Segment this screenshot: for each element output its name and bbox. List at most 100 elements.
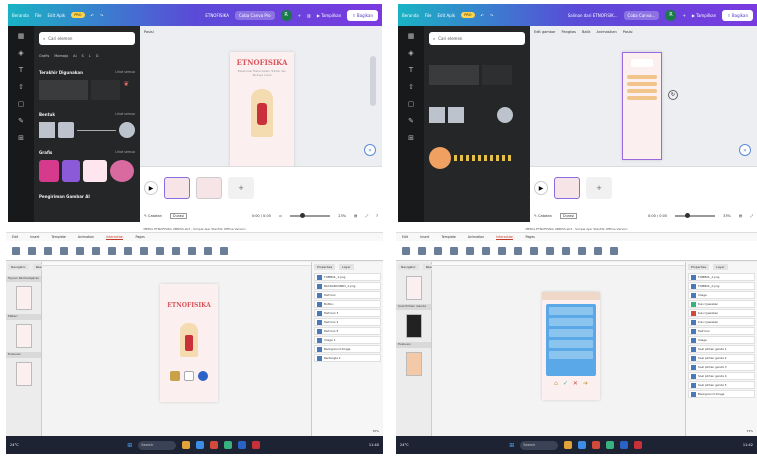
recent-item[interactable] xyxy=(482,65,512,85)
rounded-square-shape[interactable] xyxy=(57,122,74,138)
edge-icon[interactable] xyxy=(196,441,205,449)
square-shape[interactable] xyxy=(429,107,445,123)
help-icon[interactable]: ? xyxy=(376,214,378,218)
rounded-square-shape[interactable] xyxy=(448,107,464,123)
filter-chip[interactable]: L xyxy=(89,54,91,58)
windows-start-icon[interactable]: ⊞ xyxy=(509,442,514,449)
upload-icon[interactable]: ⇧ xyxy=(18,83,24,91)
lights-graphic[interactable] xyxy=(454,155,514,161)
page-thumbnail[interactable] xyxy=(164,177,190,199)
page-thumbnail[interactable] xyxy=(405,314,422,338)
layer-row[interactable]: BACKGROUND1_1.png xyxy=(314,282,381,290)
tab-properties[interactable]: Properties xyxy=(314,264,336,270)
tab-animation[interactable]: Animation xyxy=(468,235,484,239)
design-icon[interactable]: ▦ xyxy=(18,32,25,40)
layer-row[interactable]: Image 1 xyxy=(314,336,381,344)
app-icon[interactable] xyxy=(592,441,601,449)
quiz-page[interactable] xyxy=(622,52,662,160)
tab-navigator[interactable]: Navigator xyxy=(398,264,419,270)
tab-template[interactable]: Template xyxy=(441,235,456,239)
notes-button[interactable]: ✎ Catatan xyxy=(534,214,552,218)
ribbon-icon[interactable] xyxy=(76,246,84,255)
graphic-item[interactable] xyxy=(83,160,107,182)
see-all-link[interactable]: Lihat semua xyxy=(115,70,135,75)
fullscreen-icon[interactable]: ⤢ xyxy=(750,214,753,218)
ribbon-icon[interactable] xyxy=(108,246,116,255)
graphic-item[interactable] xyxy=(62,160,80,182)
cross-icon[interactable]: ✕ xyxy=(573,380,578,387)
page-thumbnail[interactable] xyxy=(554,177,580,199)
share-button[interactable]: ⇪ Bagikan xyxy=(347,9,378,21)
page-thumbnail[interactable] xyxy=(15,362,32,386)
ribbon-icon[interactable] xyxy=(140,246,148,255)
taskbar-search[interactable]: Search xyxy=(520,440,559,450)
next-icon[interactable]: ➜ xyxy=(583,380,588,387)
magic-assist-icon[interactable]: » xyxy=(739,144,751,156)
apps-icon[interactable]: ⊞ xyxy=(18,134,24,142)
tab-insert[interactable]: Insert xyxy=(30,235,39,239)
filter-chip[interactable]: Momaja xyxy=(54,54,68,58)
layer-row[interactable]: Text box 3 xyxy=(314,309,381,317)
line-shape[interactable] xyxy=(76,130,117,131)
layer-row[interactable]: TOMBOL_1.png xyxy=(688,273,755,281)
tab-layer[interactable]: Layer xyxy=(339,264,354,270)
ribbon-icon[interactable] xyxy=(12,246,20,255)
position-button[interactable]: Posisi xyxy=(623,30,633,34)
windows-start-icon[interactable]: ⊞ xyxy=(127,442,132,449)
doc-title[interactable]: Salinan dari ETNOFISIK... xyxy=(568,13,618,18)
page-group[interactable]: Evaluasi xyxy=(6,352,41,358)
pumpkin-graphic[interactable] xyxy=(429,147,451,169)
page-thumbnail[interactable] xyxy=(405,352,422,376)
tab-animation[interactable]: Animation xyxy=(78,235,94,239)
info-button[interactable] xyxy=(184,371,194,381)
layer-row[interactable]: Soal pilihan ganda 1 xyxy=(688,345,755,353)
search-input[interactable]: ⌕ Cari elemen xyxy=(39,32,135,45)
layer-row[interactable]: Text box 5 xyxy=(314,327,381,335)
zoom-level[interactable]: 70% xyxy=(372,429,379,433)
add-user-icon[interactable]: + xyxy=(298,13,301,18)
ribbon-icon[interactable] xyxy=(92,246,100,255)
layer-row[interactable]: TOMBOL_1.png xyxy=(314,273,381,281)
layer-row[interactable]: TOMBOL_2.png xyxy=(688,282,755,290)
explorer-icon[interactable] xyxy=(182,441,191,449)
trial-button[interactable]: Coba Canva Pro xyxy=(234,10,275,20)
quiz-option[interactable] xyxy=(549,340,593,348)
see-all-link[interactable]: Lihat semua xyxy=(115,112,135,117)
redo-icon[interactable]: ↷ xyxy=(490,13,493,18)
circle-shape[interactable] xyxy=(497,107,513,123)
home-icon[interactable]: ⌂ xyxy=(554,380,558,387)
answer-option[interactable] xyxy=(627,75,657,79)
ribbon-icon[interactable] xyxy=(434,246,442,255)
square-shape[interactable] xyxy=(39,122,55,138)
ribbon-icon[interactable] xyxy=(402,246,410,255)
tab-navigator[interactable]: Navigator xyxy=(8,264,29,270)
redo-icon[interactable]: ↷ xyxy=(100,13,103,18)
filter-chip[interactable]: Ai xyxy=(73,54,76,58)
layer-row[interactable]: Text box xyxy=(688,327,755,335)
ribbon-icon[interactable] xyxy=(514,246,522,255)
weather-widget[interactable]: 24°C xyxy=(400,443,409,447)
ribbon-icon[interactable] xyxy=(172,246,180,255)
check-icon[interactable]: ✓ xyxy=(563,380,568,387)
graphic-item[interactable] xyxy=(110,160,134,182)
explorer-icon[interactable] xyxy=(564,441,573,449)
slide-canvas[interactable]: ⌂ ✓ ✕ ➜ xyxy=(542,292,600,400)
answer-option[interactable] xyxy=(627,89,657,93)
layer-row[interactable]: Text box 2 xyxy=(314,318,381,326)
answer-option[interactable] xyxy=(627,82,657,86)
chart-icon[interactable]: ▥ xyxy=(307,13,311,18)
tab-properties[interactable]: Properties xyxy=(688,264,710,270)
ribbon-icon[interactable] xyxy=(220,246,228,255)
layer-row[interactable]: Background Image xyxy=(314,345,381,353)
quiz-option[interactable] xyxy=(549,318,593,326)
magic-assist-icon[interactable]: » xyxy=(364,144,376,156)
page-group[interactable]: Materi xyxy=(6,314,41,320)
layer-row[interactable]: Image xyxy=(688,336,755,344)
ribbon-icon[interactable] xyxy=(44,246,52,255)
graphic-item[interactable] xyxy=(39,160,59,182)
filter-chip[interactable]: G xyxy=(96,54,99,58)
projects-icon[interactable]: ▢ xyxy=(18,100,25,108)
layer-row[interactable]: Kunci Jawaban xyxy=(688,300,755,308)
app-icon[interactable] xyxy=(252,441,261,449)
app-icon[interactable] xyxy=(606,441,615,449)
